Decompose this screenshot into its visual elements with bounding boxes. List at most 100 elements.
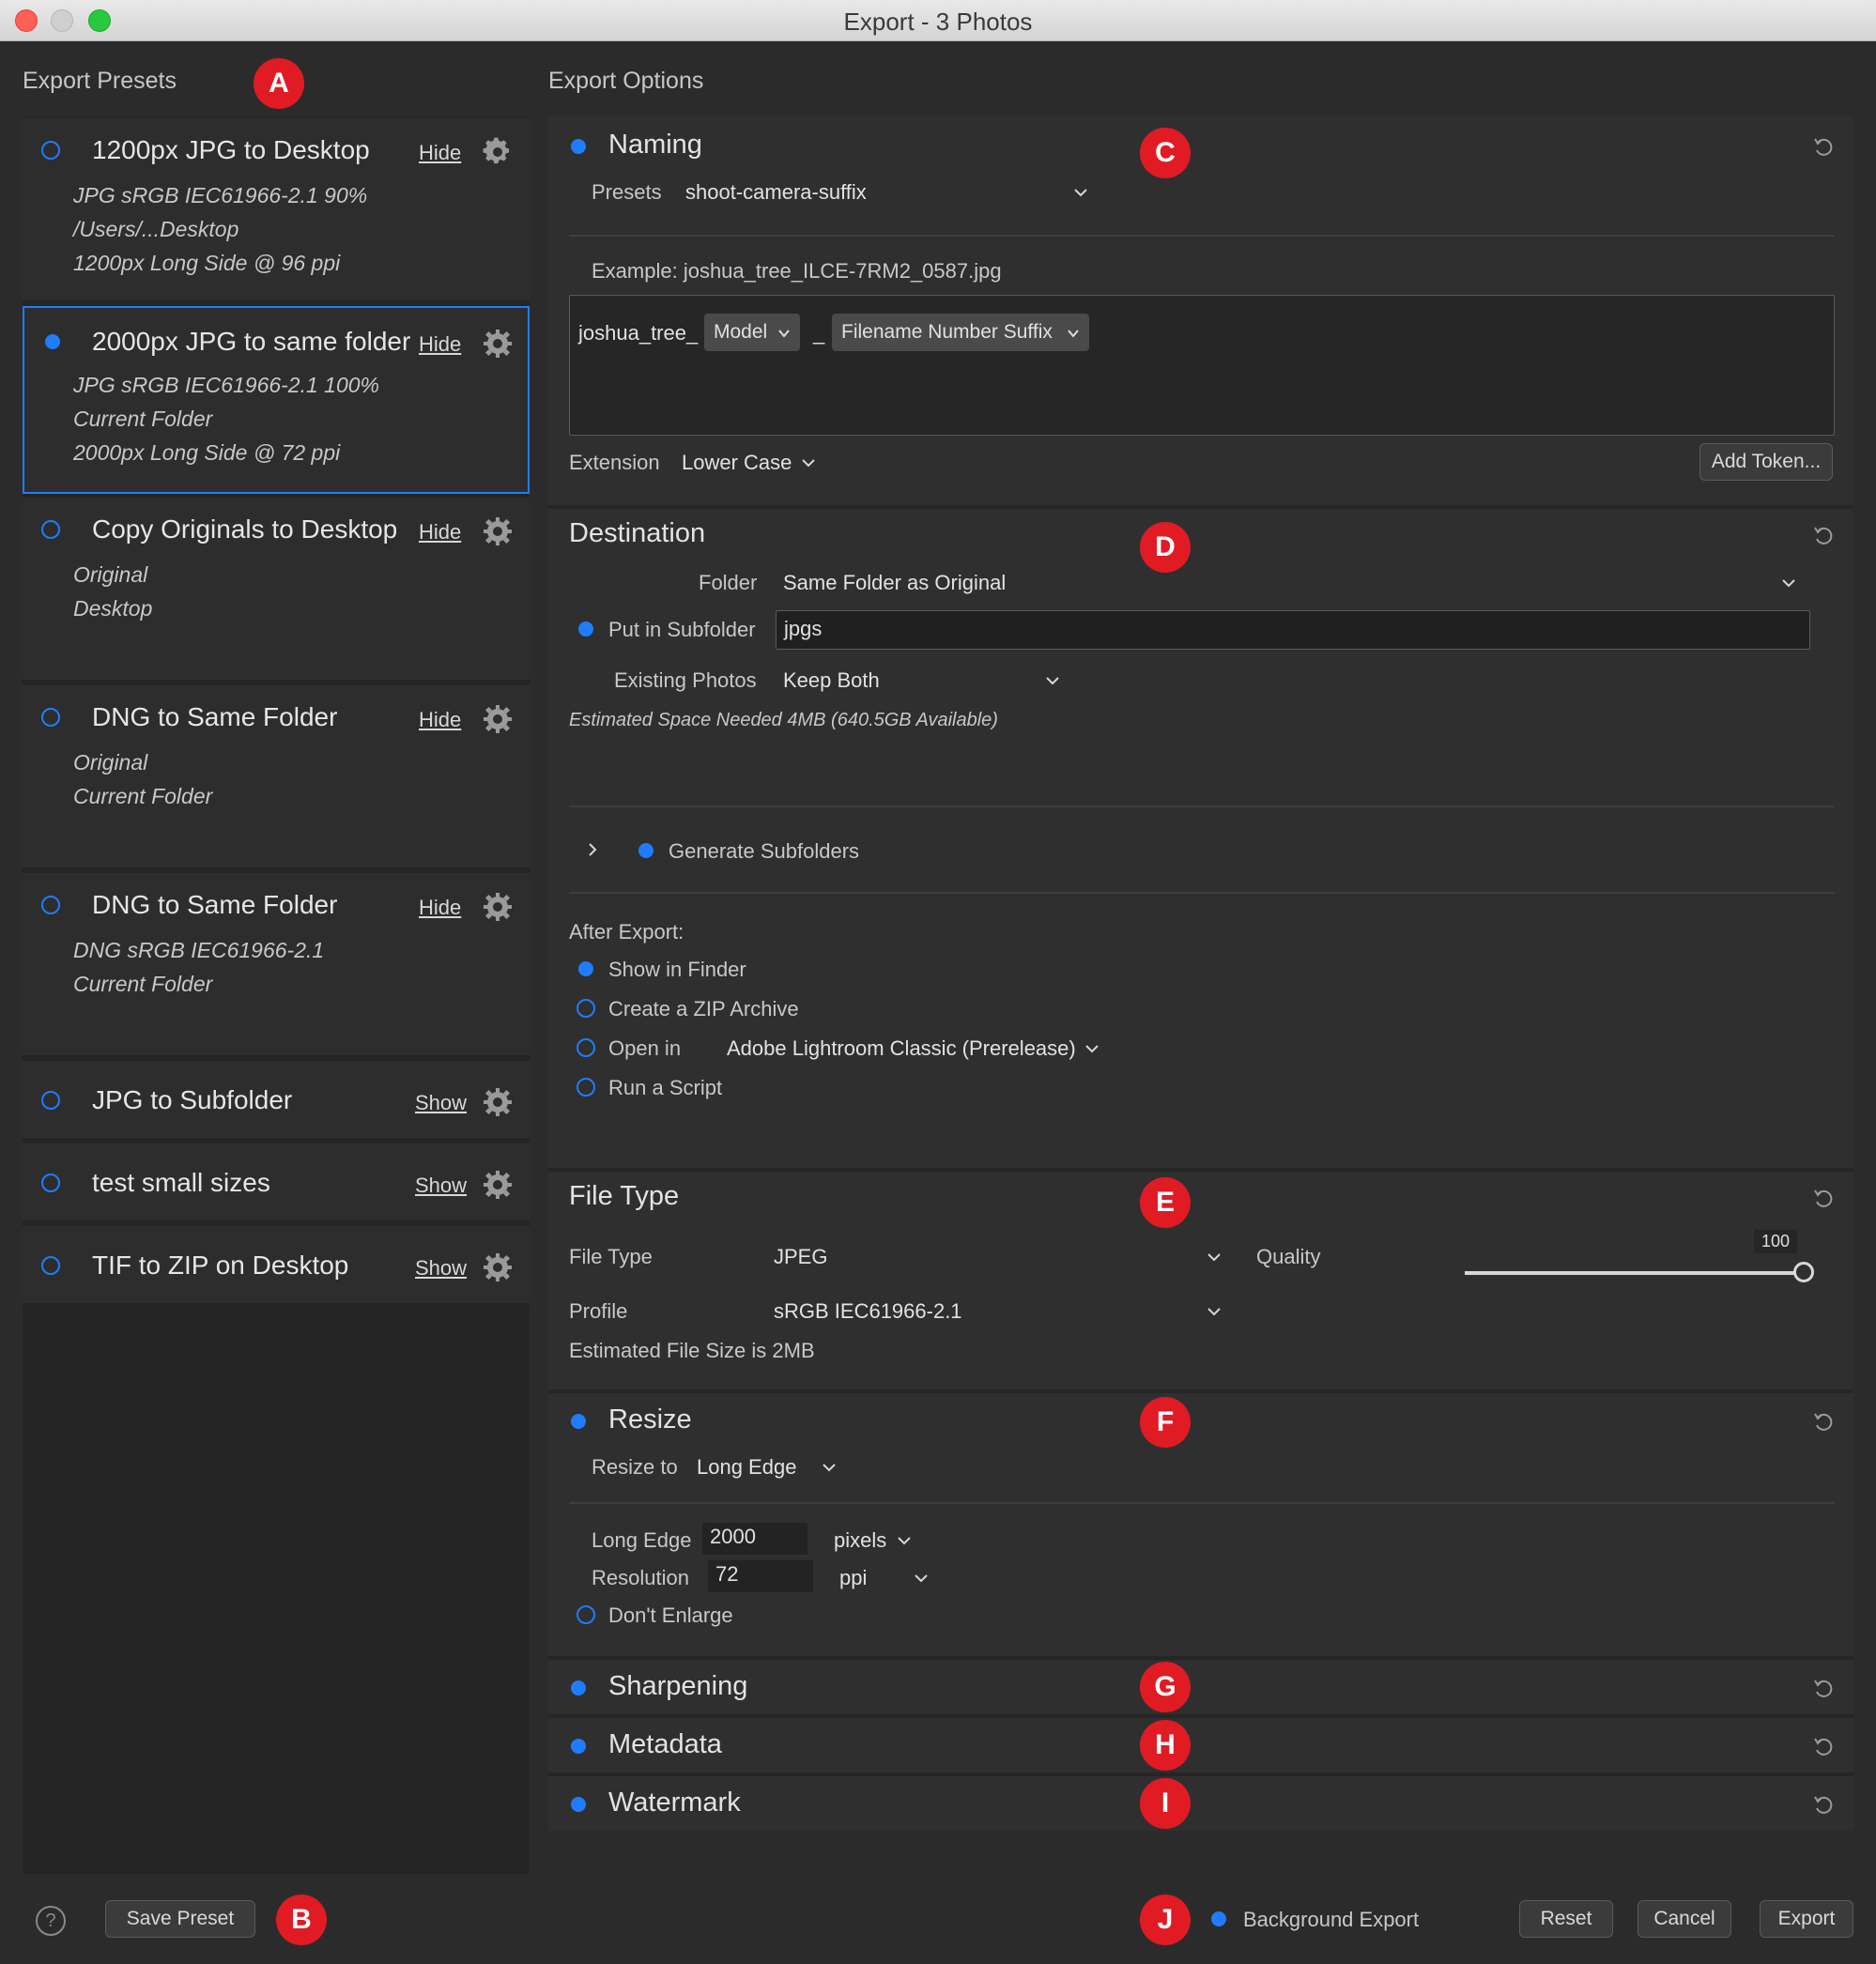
put-in-subfolder-toggle[interactable] — [578, 621, 593, 637]
preset-radio[interactable] — [45, 334, 60, 349]
reset-section-icon[interactable] — [1812, 1187, 1837, 1211]
preset-radio[interactable] — [41, 896, 60, 914]
gear-icon[interactable] — [483, 704, 513, 734]
preset-item[interactable]: JPG to Subfolder Show — [23, 1061, 530, 1140]
after-export-option-radio[interactable] — [578, 961, 593, 976]
after-export-label: After Export: — [569, 920, 684, 944]
preset-item[interactable]: DNG to Same Folder Hide Original Current… — [23, 685, 530, 869]
reset-section-icon[interactable] — [1812, 1793, 1837, 1818]
reset-section-icon[interactable] — [1812, 1410, 1837, 1435]
resolution-input[interactable]: 72 — [708, 1560, 813, 1592]
preset-hide-link[interactable]: Hide — [419, 141, 461, 165]
after-export-option[interactable]: Show in Finder — [608, 958, 746, 982]
long-edge-unit-dropdown[interactable]: pixels — [834, 1528, 886, 1553]
chevron-down-icon[interactable] — [1084, 1040, 1100, 1057]
preset-item[interactable]: DNG to Same Folder Hide DNG sRGB IEC6196… — [23, 873, 530, 1057]
chevron-right-icon[interactable] — [584, 841, 601, 858]
preset-item[interactable]: TIF to ZIP on Desktop Show — [23, 1226, 530, 1305]
add-token-button[interactable]: Add Token... — [1699, 443, 1833, 481]
sharpening-toggle[interactable] — [571, 1680, 586, 1695]
after-export-option-radio[interactable] — [577, 1078, 595, 1097]
gear-icon[interactable] — [483, 1087, 513, 1117]
preset-radio[interactable] — [41, 141, 60, 160]
naming-toggle[interactable] — [571, 139, 586, 154]
callout-badge-b: B — [276, 1895, 327, 1945]
token-model[interactable]: Model — [704, 314, 800, 351]
preset-show-link[interactable]: Show — [415, 1174, 467, 1198]
reset-section-icon[interactable] — [1812, 1677, 1837, 1701]
preset-hide-link[interactable]: Hide — [419, 896, 461, 920]
generate-subfolders-toggle[interactable] — [638, 843, 654, 858]
extension-dropdown[interactable]: Lower Case — [682, 451, 792, 475]
after-export-option[interactable]: Open in — [608, 1036, 681, 1061]
chevron-down-icon[interactable] — [1780, 575, 1797, 591]
preset-item[interactable]: Copy Originals to Desktop Hide Original … — [23, 498, 530, 682]
reset-section-icon[interactable] — [1812, 1735, 1837, 1759]
quality-slider-track[interactable] — [1465, 1271, 1805, 1275]
preset-radio[interactable] — [41, 1174, 60, 1192]
open-in-app-dropdown[interactable]: Adobe Lightroom Classic (Prerelease) — [727, 1036, 1076, 1061]
preset-item[interactable]: test small sizes Show — [23, 1143, 530, 1222]
preset-item[interactable]: 1200px JPG to Desktop Hide JPG sRGB IEC6… — [23, 118, 530, 302]
resize-toggle[interactable] — [571, 1414, 586, 1429]
naming-title: Naming — [608, 130, 702, 160]
destination-title: Destination — [569, 518, 706, 548]
cancel-button[interactable]: Cancel — [1638, 1900, 1731, 1938]
metadata-title[interactable]: Metadata — [608, 1729, 722, 1760]
preset-name: JPG to Subfolder — [92, 1085, 293, 1114]
preset-hide-link[interactable]: Hide — [419, 332, 461, 357]
preset-show-link[interactable]: Show — [415, 1091, 467, 1115]
watermark-title[interactable]: Watermark — [608, 1788, 741, 1818]
naming-presets-dropdown[interactable]: shoot-camera-suffix — [685, 180, 867, 205]
reset-button[interactable]: Reset — [1519, 1900, 1613, 1938]
resolution-unit-dropdown[interactable]: ppi — [839, 1566, 867, 1590]
chevron-down-icon[interactable] — [896, 1532, 913, 1549]
gear-icon[interactable] — [483, 1170, 513, 1200]
chevron-down-icon[interactable] — [1044, 672, 1061, 689]
gear-icon[interactable] — [483, 516, 513, 546]
profile-dropdown[interactable]: sRGB IEC61966-2.1 — [774, 1299, 962, 1324]
reset-section-icon[interactable] — [1812, 135, 1837, 160]
chevron-down-icon[interactable] — [913, 1570, 930, 1587]
save-preset-button[interactable]: Save Preset — [105, 1900, 255, 1938]
token-filename-number-suffix[interactable]: Filename Number Suffix — [832, 314, 1089, 351]
gear-icon[interactable] — [483, 892, 513, 922]
preset-radio[interactable] — [41, 1091, 60, 1110]
chevron-down-icon[interactable] — [800, 454, 817, 471]
folder-dropdown[interactable]: Same Folder as Original — [783, 571, 1006, 595]
export-button[interactable]: Export — [1760, 1900, 1853, 1938]
chevron-down-icon[interactable] — [1206, 1303, 1222, 1320]
preset-radio[interactable] — [41, 1256, 60, 1275]
sharpening-title[interactable]: Sharpening — [608, 1671, 747, 1702]
subfolder-input[interactable]: jpgs — [776, 610, 1810, 650]
preset-radio[interactable] — [41, 708, 60, 727]
watermark-toggle[interactable] — [571, 1797, 586, 1812]
preset-hide-link[interactable]: Hide — [419, 708, 461, 732]
file-type-dropdown[interactable]: JPEG — [774, 1245, 827, 1269]
dont-enlarge-checkbox[interactable] — [577, 1605, 595, 1624]
background-export-toggle[interactable] — [1211, 1911, 1226, 1926]
gear-icon[interactable] — [483, 137, 513, 167]
after-export-option[interactable]: Create a ZIP Archive — [608, 997, 799, 1021]
after-export-option[interactable]: Run a Script — [608, 1076, 722, 1100]
chevron-down-icon[interactable] — [821, 1459, 838, 1476]
chevron-down-icon[interactable] — [1206, 1249, 1222, 1266]
gear-icon[interactable] — [483, 329, 513, 359]
preset-hide-link[interactable]: Hide — [419, 520, 461, 545]
token-model-label: Model — [714, 321, 768, 343]
quality-value[interactable]: 100 — [1754, 1230, 1798, 1253]
existing-photos-dropdown[interactable]: Keep Both — [783, 668, 880, 693]
metadata-toggle[interactable] — [571, 1739, 586, 1754]
long-edge-input[interactable]: 2000 — [702, 1523, 807, 1555]
preset-radio[interactable] — [41, 520, 60, 539]
after-export-option-radio[interactable] — [577, 999, 595, 1018]
quality-slider-knob[interactable] — [1793, 1262, 1814, 1282]
help-button[interactable]: ? — [36, 1906, 66, 1936]
preset-item-selected[interactable]: 2000px JPG to same folder Hide JPG sRGB … — [23, 306, 530, 494]
gear-icon[interactable] — [483, 1252, 513, 1282]
resize-to-dropdown[interactable]: Long Edge — [697, 1455, 796, 1480]
preset-show-link[interactable]: Show — [415, 1256, 467, 1281]
after-export-option-radio[interactable] — [577, 1038, 595, 1057]
reset-section-icon[interactable] — [1812, 524, 1837, 548]
chevron-down-icon[interactable] — [1072, 184, 1089, 201]
